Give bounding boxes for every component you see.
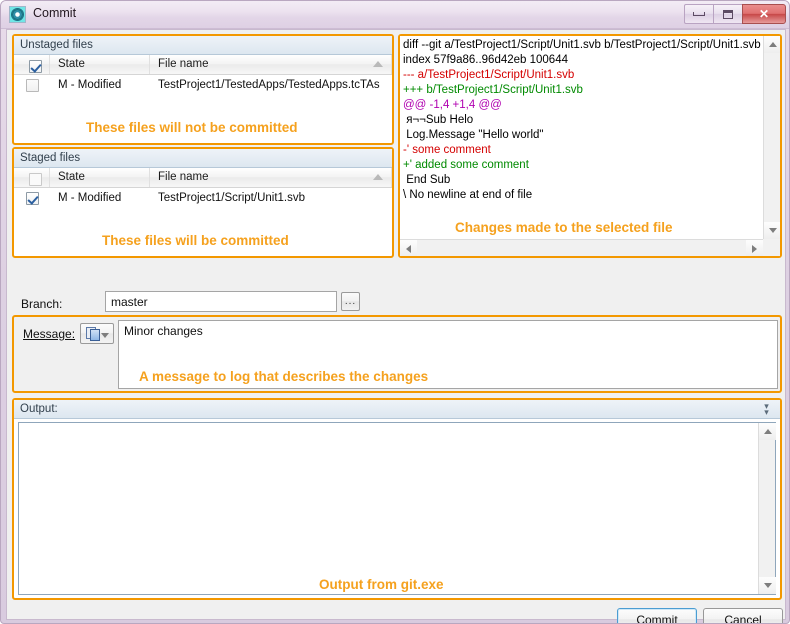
staged-files-group: Staged files State File name M - Modifie… (12, 147, 394, 258)
table-row[interactable]: M - Modified TestProject1/Script/Unit1.s… (14, 188, 392, 208)
maximize-button[interactable] (713, 4, 742, 24)
diff-line: End Sub (403, 174, 451, 186)
diff-panel-highlight: diff --git a/TestProject1/Script/Unit1.s… (398, 34, 782, 258)
output-caption: Output: (20, 403, 58, 415)
diff-scroll-left-button[interactable] (400, 240, 417, 256)
diff-scroll-down-button[interactable] (764, 222, 780, 239)
output-textarea[interactable] (18, 422, 776, 595)
diff-line: -' some comment (403, 144, 491, 156)
message-area-highlight: Message: Minor changes A message to log … (12, 315, 782, 393)
staged-column-file[interactable]: File name (150, 168, 392, 187)
sort-ascending-icon (373, 174, 383, 180)
unstaged-row-file: TestProject1/TestedApps/TestedApps.tcTAs (158, 79, 380, 91)
output-scroll-down-button[interactable] (759, 577, 776, 594)
diff-line: Log.Message "Hello world" (403, 129, 544, 141)
unstaged-list-header: State File name (14, 55, 392, 75)
staged-files-caption: Staged files (14, 149, 392, 168)
title-bar: Commit ✕ (1, 1, 789, 29)
branch-browse-button[interactable]: ... (341, 292, 360, 311)
unstaged-column-file-label: File name (158, 58, 209, 70)
staged-annotation: These files will be committed (102, 233, 289, 248)
output-scroll-up-button[interactable] (759, 423, 776, 440)
diff-horizontal-scrollbar[interactable] (400, 239, 763, 256)
window-title: Commit (33, 6, 77, 20)
staged-row-file: TestProject1/Script/Unit1.svb (158, 192, 306, 204)
sort-ascending-icon (373, 61, 383, 67)
commit-dialog-window: Commit ✕ Unstaged files State File name (0, 0, 790, 624)
message-value: Minor changes (124, 324, 203, 338)
diff-scroll-up-button[interactable] (764, 36, 780, 53)
unstaged-row-checkbox[interactable] (25, 78, 39, 92)
unstaged-column-state[interactable]: State (50, 55, 150, 74)
message-template-button[interactable] (80, 323, 114, 344)
diff-line: +' added some comment (403, 159, 529, 171)
branch-value: master (111, 295, 148, 309)
diff-annotation: Changes made to the selected file (455, 220, 673, 235)
unstaged-row-state: M - Modified (58, 79, 122, 91)
diff-line: diff --git a/TestProject1/Script/Unit1.s… (403, 39, 761, 51)
table-row[interactable]: M - Modified TestProject1/TestedApps/Tes… (14, 75, 392, 95)
message-annotation: A message to log that describes the chan… (139, 369, 429, 384)
staged-column-state[interactable]: State (50, 168, 150, 187)
message-label-text: Message: (23, 327, 76, 341)
output-area-highlight: Output: ▾ ▾ Output from git.exe (12, 398, 782, 600)
output-annotation: Output from git.exe (319, 577, 444, 592)
staged-row-checkbox[interactable] (25, 191, 39, 205)
unstaged-select-all-checkbox[interactable] (29, 59, 42, 73)
diff-vertical-scrollbar[interactable] (763, 36, 780, 239)
commit-button[interactable]: Commit (617, 608, 697, 623)
unstaged-files-group: Unstaged files State File name M - Modif… (12, 34, 394, 145)
diff-line: --- a/TestProject1/Script/Unit1.svb (403, 69, 575, 81)
staged-row-state: M - Modified (58, 192, 122, 204)
unstaged-row-checkbox-cell[interactable] (14, 78, 50, 92)
close-button[interactable]: ✕ (742, 4, 786, 24)
minimize-button[interactable] (684, 4, 713, 24)
diff-text: diff --git a/TestProject1/Script/Unit1.s… (403, 38, 761, 203)
diff-line: @@ -1,4 +1,4 @@ (403, 99, 502, 111)
chevron-double-down-icon[interactable]: ▾ ▾ (761, 402, 772, 417)
gear-icon (9, 6, 26, 23)
unstaged-files-caption: Unstaged files (14, 36, 392, 55)
staged-row-checkbox-cell[interactable] (14, 191, 50, 205)
branch-label: Branch: (21, 297, 63, 311)
diff-scroll-right-button[interactable] (746, 240, 763, 256)
copy-icon (85, 327, 100, 341)
unstaged-header-checkbox-cell[interactable] (14, 55, 50, 74)
staged-column-file-label: File name (158, 171, 209, 183)
diff-line: +++ b/TestProject1/Script/Unit1.svb (403, 84, 583, 96)
branch-input[interactable]: master (105, 291, 337, 312)
unstaged-column-file[interactable]: File name (150, 55, 392, 74)
unstaged-files-list[interactable]: State File name M - Modified TestProject… (14, 55, 392, 95)
dialog-client-area: Unstaged files State File name M - Modif… (6, 29, 786, 623)
output-caption-bar[interactable]: Output: ▾ ▾ (14, 400, 780, 419)
unstaged-annotation: These files will not be committed (86, 120, 298, 135)
staged-files-list[interactable]: State File name M - Modified TestProject… (14, 168, 392, 208)
message-label: Message: (23, 327, 75, 341)
diff-line: я¬¬Sub Helo (403, 114, 474, 126)
chevron-down-icon (100, 332, 109, 338)
diff-line: index 57f9a86..96d42eb 100644 (403, 54, 568, 66)
staged-select-all-checkbox[interactable] (29, 172, 42, 186)
window-controls: ✕ (684, 4, 786, 24)
output-vertical-scrollbar[interactable] (758, 423, 776, 594)
staged-list-header: State File name (14, 168, 392, 188)
cancel-button[interactable]: Cancel (703, 608, 783, 623)
staged-header-checkbox-cell[interactable] (14, 168, 50, 187)
diff-line: \ No newline at end of file (403, 189, 533, 201)
